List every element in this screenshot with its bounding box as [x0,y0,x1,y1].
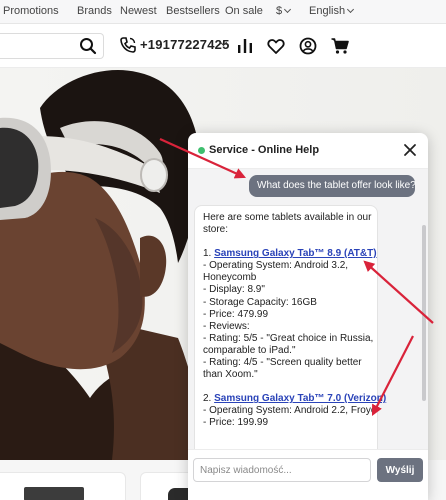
bot-text-line: - Price: 199.99 [203,417,269,429]
heart-icon[interactable] [266,36,286,56]
currency-label: $ [276,5,283,17]
bot-text-line: store: [203,224,229,236]
currency-selector[interactable]: $ [276,5,292,17]
bot-text-line: - Operating System: Android 2.2, Froyo [203,405,377,417]
chevron-down-icon [347,5,355,14]
bot-text-line: comparable to iPad." [203,344,296,356]
chat-header: Service - Online Help [188,133,428,169]
bot-text-line: - Storage Capacity: 16GB [203,296,317,308]
cart-icon[interactable] [330,36,350,56]
chat-footer: Wyślij [188,449,428,500]
bot-text-line: - Price: 479.99 [203,308,269,320]
list-number: 1. [203,248,215,260]
phone-icon [120,37,136,53]
bot-text-line: Honeycomb [203,272,257,284]
nav-bestsellers[interactable]: Bestsellers [166,5,220,17]
bot-message: Here are some tablets available in our s… [194,205,386,449]
message-input[interactable] [193,458,371,482]
top-nav: Promotions Brands Newest Bestsellers On … [0,0,446,24]
send-button[interactable]: Wyślij [377,458,423,482]
search-icon[interactable] [78,36,98,56]
bot-text-line: - Rating: 4/5 - "Screen quality better [203,357,362,369]
nav-promotions[interactable]: Promotions [3,5,59,17]
nav-newest[interactable]: Newest [120,5,157,17]
product-link-galaxy-tab-89[interactable]: Samsung Galaxy Tab™ 8.9 (AT&T) [214,248,376,259]
product-link-galaxy-tab-70[interactable]: Samsung Galaxy Tab™ 7.0 (Verizon) [214,393,386,404]
bot-text-line: - Reviews: [203,320,250,332]
online-status-icon [198,147,205,154]
account-icon[interactable] [298,36,318,56]
list-number: 2. [203,393,215,405]
site-header: +19177227425 [0,24,446,68]
chevron-down-icon [284,5,292,14]
chat-title: Service - Online Help [209,144,320,156]
language-label: English [309,5,346,17]
language-selector[interactable]: English [309,5,355,17]
nav-brands[interactable]: Brands [77,5,112,17]
bot-text-line: - Display: 8.9" [203,284,265,296]
bot-text-line: than Xoom." [203,369,258,381]
product-image [24,487,84,500]
phone-number[interactable]: +19177227425 [140,37,230,52]
chat-widget: Service - Online Help What does the tabl… [188,133,428,500]
close-icon[interactable] [402,142,418,158]
stats-icon[interactable] [235,36,255,56]
chat-messages[interactable]: What does the tablet offer look like? He… [188,169,428,449]
nav-on-sale[interactable]: On sale [225,5,263,17]
chat-scrollbar[interactable] [422,225,426,401]
bot-text-line: - Rating: 5/5 - "Great choice in Russia, [203,332,374,344]
user-message: What does the tablet offer look like? [249,175,416,197]
bot-text-line: Here are some tablets available in our [203,212,372,223]
bot-text-line: - Operating System: Android 3.2, [203,260,349,272]
